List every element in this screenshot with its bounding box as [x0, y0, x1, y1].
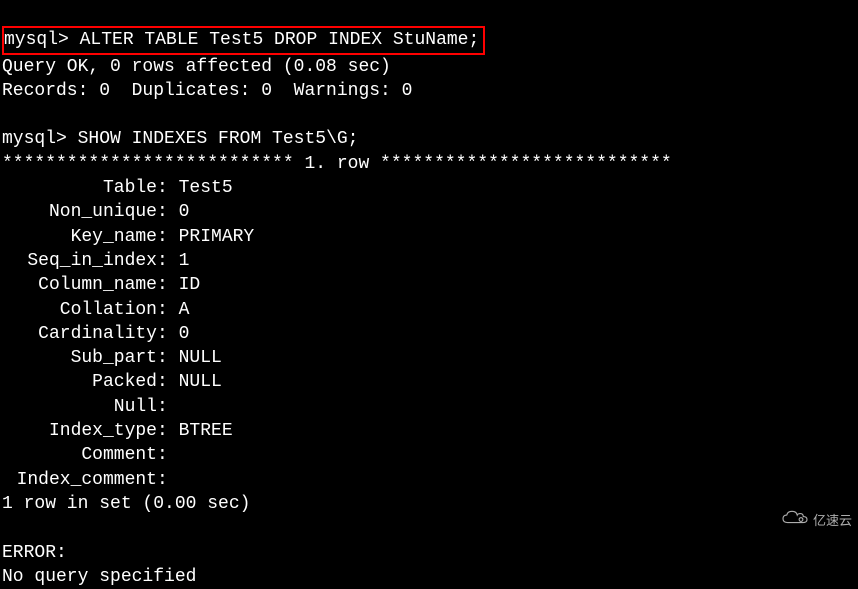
watermark: 亿速云: [780, 509, 852, 532]
mysql-prompt: mysql>: [4, 30, 69, 50]
field-value: NULL: [179, 372, 222, 392]
cloud-icon: [780, 509, 810, 532]
field-value: ID: [179, 275, 201, 295]
watermark-text: 亿速云: [813, 512, 852, 530]
show-indexes-command: SHOW INDEXES FROM Test5\G;: [78, 129, 359, 149]
field-label: Null: [2, 395, 157, 419]
mysql-prompt: mysql>: [2, 129, 67, 149]
error-label: ERROR:: [2, 543, 67, 563]
field-label: Collation: [2, 298, 157, 322]
field-label: Key_name: [2, 225, 157, 249]
result-footer: 1 row in set (0.00 sec): [2, 494, 250, 514]
field-label: Seq_in_index: [2, 249, 157, 273]
alter-table-command: ALTER TABLE Test5 DROP INDEX StuName;: [80, 30, 480, 50]
field-value: 0: [179, 324, 190, 344]
row-separator: *************************** 1. row *****…: [2, 154, 672, 174]
field-value: NULL: [179, 348, 222, 368]
index-fields-container: Table: Test5 Non_unique: 0 Key_name: PRI…: [2, 176, 856, 492]
field-value: Test5: [179, 178, 233, 198]
terminal-output: mysql> ALTER TABLE Test5 DROP INDEX StuN…: [2, 2, 856, 589]
field-label: Sub_part: [2, 346, 157, 370]
field-label: Cardinality: [2, 322, 157, 346]
field-label: Table: [2, 176, 157, 200]
field-label: Non_unique: [2, 200, 157, 224]
field-label: Index_comment: [2, 468, 157, 492]
field-label: Packed: [2, 370, 157, 394]
query-ok-line: Query OK, 0 rows affected (0.08 sec): [2, 57, 391, 77]
records-line: Records: 0 Duplicates: 0 Warnings: 0: [2, 81, 412, 101]
error-message: No query specified: [2, 567, 196, 587]
field-label: Index_type: [2, 419, 157, 443]
field-value: 0: [179, 202, 190, 222]
field-value: PRIMARY: [179, 227, 255, 247]
field-value: BTREE: [179, 421, 233, 441]
field-label: Comment: [2, 443, 157, 467]
field-value: A: [179, 300, 190, 320]
field-label: Column_name: [2, 273, 157, 297]
highlighted-command: mysql> ALTER TABLE Test5 DROP INDEX StuN…: [2, 26, 485, 54]
field-value: 1: [179, 251, 190, 271]
